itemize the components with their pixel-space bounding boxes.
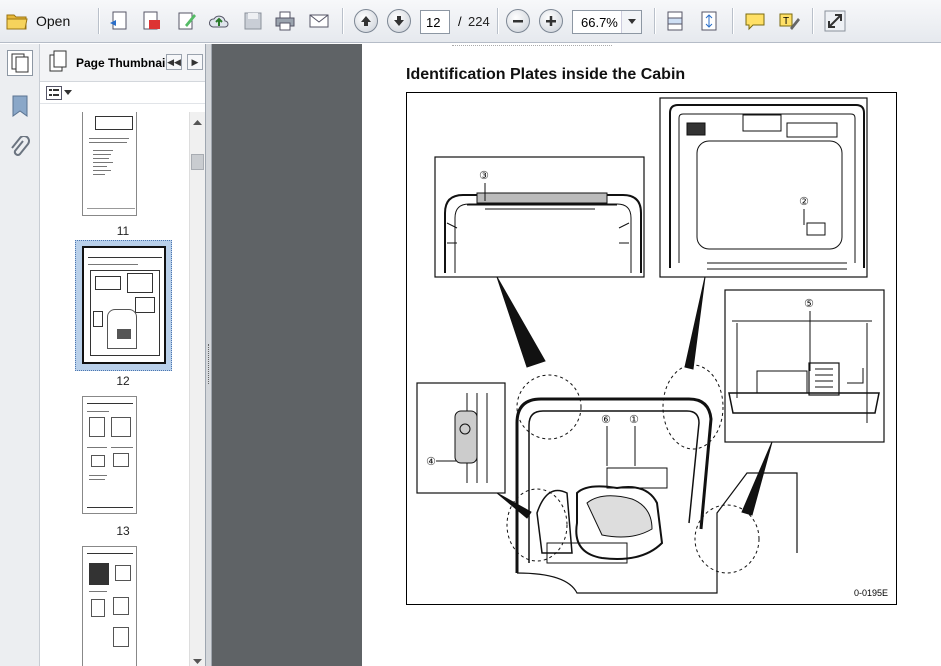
thumbnails-panel-header: Page Thumbnails ◀◀ ▶ (40, 44, 205, 82)
highlighter-icon: T (779, 13, 800, 30)
thumbnail-content (87, 403, 133, 404)
upload-button[interactable] (208, 7, 230, 35)
callout-4: ④ (426, 455, 436, 468)
separator (732, 8, 733, 34)
document-page: Identification Plates inside the Cabin ③… (362, 44, 941, 666)
fit-width-button[interactable] (664, 7, 686, 35)
highlight-text-button[interactable]: T (778, 7, 800, 35)
chevron-right-icon: ▶ (191, 56, 199, 67)
zoom-out-button[interactable] (506, 7, 530, 35)
separator (812, 8, 813, 34)
plus-icon (546, 16, 556, 26)
thumbnail-page-11[interactable] (82, 112, 137, 216)
thumbnail-content (88, 252, 162, 258)
print-button[interactable] (274, 7, 296, 35)
separator (654, 8, 655, 34)
edit-pdf-button[interactable] (176, 7, 198, 35)
zoom-value: 66.7% (581, 14, 618, 30)
page-total: 224 (468, 14, 490, 29)
separator (342, 8, 343, 34)
pages-icon (11, 53, 29, 73)
speech-bubble-icon (745, 13, 765, 31)
page-top-remnant (452, 44, 612, 46)
next-page-button[interactable] (387, 7, 411, 35)
double-chevron-left-icon: ◀◀ (167, 56, 181, 67)
save-disk-icon (244, 12, 262, 30)
separator (497, 8, 498, 34)
document-viewer-background (206, 44, 362, 666)
pages-icon (49, 50, 67, 71)
chevron-down-icon (64, 89, 72, 95)
paperclip-icon (11, 135, 30, 156)
splitter-grip[interactable] (208, 344, 210, 384)
open-button[interactable]: Open (6, 7, 82, 35)
scroll-up-icon[interactable] (193, 114, 202, 125)
thumbnail-list: 11 12 13 (40, 112, 188, 666)
arrow-down-icon (394, 16, 404, 26)
thumbnail-page-13[interactable] (82, 396, 137, 514)
thumbnail-label: 12 (116, 374, 130, 388)
chevron-down-icon[interactable] (621, 11, 641, 33)
page-number-input[interactable]: 12 (420, 10, 450, 34)
page-separator: / (458, 14, 462, 29)
create-pdf-icon (110, 11, 127, 30)
cabin-illustration: ③ ② ④ ⑤ ⑥ ① (416, 97, 885, 594)
page-thumbnails-tab[interactable] (7, 50, 33, 76)
export-pdf-button[interactable] (140, 7, 162, 35)
thumbnail-content (87, 553, 133, 554)
callout-5: ⑤ (804, 297, 814, 310)
page-heading: Identification Plates inside the Cabin (406, 66, 686, 83)
thumbnail-options-button[interactable] (46, 85, 72, 100)
arrow-up-icon (361, 16, 371, 26)
callout-6: ⑥ (601, 413, 611, 426)
thumbnail-page-14[interactable] (82, 546, 137, 666)
panel-splitter[interactable] (206, 44, 212, 666)
comment-button[interactable] (744, 7, 766, 35)
open-label: Open (36, 13, 71, 29)
thumbnail-page-12[interactable] (82, 246, 166, 364)
callout-1: ① (629, 413, 639, 426)
envelope-icon (309, 14, 329, 28)
thumbnails-panel: Page Thumbnails ◀◀ ▶ 11 12 13 (40, 44, 206, 666)
email-button[interactable] (308, 7, 330, 35)
figure-code: 0-0195E (853, 588, 888, 598)
fit-page-icon (701, 11, 717, 31)
thumbnail-label: 11 (116, 224, 130, 238)
create-pdf-button[interactable] (108, 7, 130, 35)
save-button[interactable] (242, 7, 264, 35)
thumbnail-scrollbar[interactable] (189, 112, 205, 666)
scroll-thumb[interactable] (191, 154, 204, 170)
export-pdf-icon (143, 11, 160, 30)
thumbnail-label: 13 (116, 524, 130, 538)
toolbar: Open 12 / 224 66.7% T (0, 0, 941, 43)
minus-icon (513, 20, 523, 23)
cloud-upload-icon (209, 15, 229, 28)
bookmark-icon (12, 95, 28, 117)
svg-text:T: T (783, 16, 789, 27)
callout-2: ② (799, 195, 809, 208)
separator (98, 8, 99, 34)
fit-page-button[interactable] (698, 7, 720, 35)
zoom-select[interactable]: 66.7% (572, 10, 642, 34)
scroll-down-icon[interactable] (193, 654, 202, 664)
collapse-panel-button[interactable]: ◀◀ (166, 54, 182, 70)
thumbnail-content (95, 116, 133, 130)
edit-document-icon (178, 12, 196, 30)
bookmarks-tab[interactable] (9, 94, 31, 120)
thumbnails-panel-title: Page Thumbnails (76, 55, 176, 70)
thumbnail-options-bar (40, 82, 205, 104)
close-panel-button[interactable]: ▶ (187, 54, 203, 70)
options-list-icon (46, 85, 62, 100)
navigation-pane-strip (0, 44, 40, 666)
folder-icon (6, 14, 28, 30)
fit-width-icon (667, 11, 683, 31)
callout-3: ③ (479, 169, 489, 182)
cabin-figure: ③ ② ④ ⑤ ⑥ ① 0-0195E (406, 92, 897, 605)
zoom-in-button[interactable] (539, 7, 563, 35)
expand-button[interactable] (824, 7, 846, 35)
attachments-tab[interactable] (9, 135, 31, 162)
expand-arrows-icon (824, 10, 846, 32)
printer-icon (275, 11, 295, 31)
previous-page-button[interactable] (354, 7, 378, 35)
